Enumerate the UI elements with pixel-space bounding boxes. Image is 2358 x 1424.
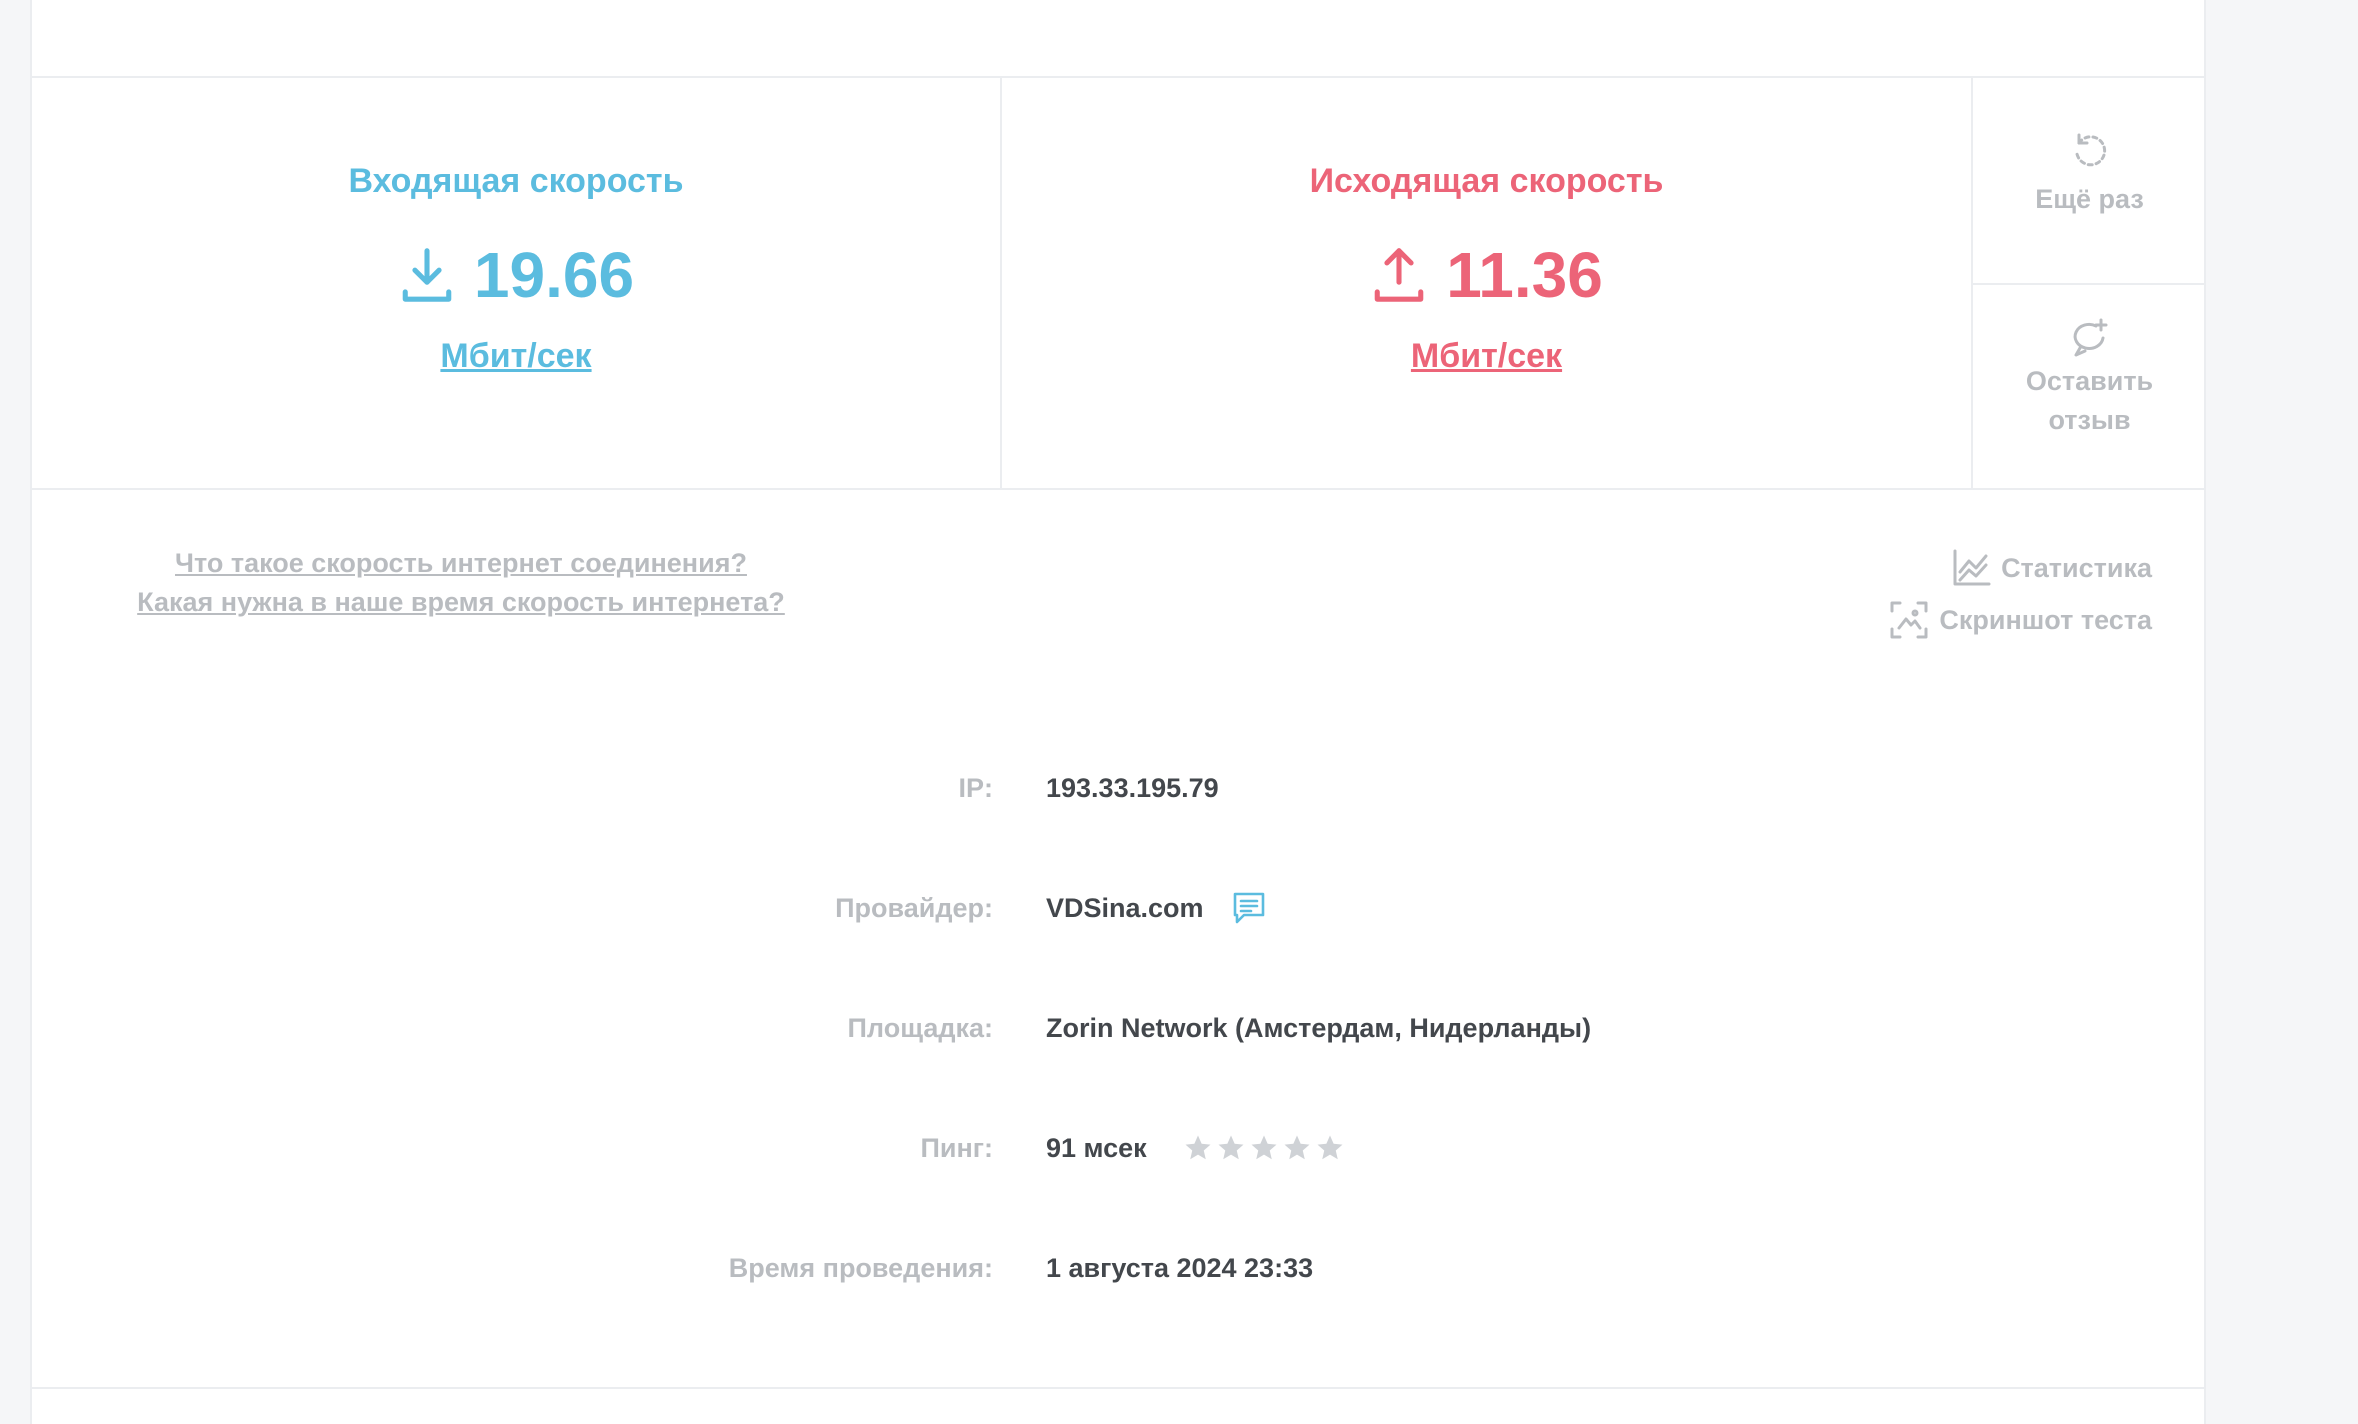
download-unit-link[interactable]: Мбит/сек	[440, 337, 591, 376]
comment-icon[interactable]	[1232, 891, 1266, 925]
upload-icon	[1374, 248, 1424, 302]
tools: Статистика Скриншот теста	[1889, 542, 2152, 646]
upload-panel: Исходящая скорость 11.36 Мбит/сек	[1002, 80, 1971, 488]
ping-label: Пинг:	[920, 1132, 993, 1163]
star-icon	[1317, 1135, 1343, 1160]
time-value: 1 августа 2024 23:33	[1046, 1252, 1314, 1283]
retry-button[interactable]: Ещё раз	[1973, 130, 2206, 215]
download-icon	[402, 248, 452, 302]
site-value: Zorin Network (Амстердам, Нидерланды)	[1046, 1012, 1592, 1043]
provider-value: VDSina.com	[1046, 892, 1204, 923]
divider	[32, 488, 2204, 490]
upload-value: 11.36	[1446, 239, 1603, 311]
provider-label: Провайдер:	[835, 892, 993, 923]
add-comment-icon	[2073, 318, 2107, 357]
star-icon	[1218, 1135, 1244, 1160]
chart-icon	[1953, 549, 1991, 586]
screenshot-label: Скриншот теста	[1939, 604, 2152, 635]
info-row-provider: Провайдер: VDSina.com	[32, 888, 2204, 928]
info-row-ping: Пинг: 91 мсек	[32, 1128, 2204, 1168]
help-link-what-is-speed[interactable]: Что такое скорость интернет соединения?	[86, 544, 836, 583]
speedtest-result-card: Входящая скорость 19.66 Мбит/сек Исходящ…	[30, 0, 2206, 1424]
divider	[32, 76, 2204, 78]
refresh-icon	[2075, 133, 2106, 167]
leave-review-label-line1: Оставить	[2025, 366, 2154, 396]
provider-value-wrap: VDSina.com	[1046, 891, 1266, 925]
screenshot-icon	[1890, 601, 1928, 639]
star-icon	[1284, 1135, 1310, 1160]
upload-unit-link[interactable]: Мбит/сек	[1411, 337, 1562, 376]
ping-value-wrap: 91 мсек	[1046, 1133, 1348, 1164]
ip-label: IP:	[958, 772, 993, 803]
help-links: Что такое скорость интернет соединения? …	[86, 544, 836, 622]
star-icon	[1251, 1135, 1277, 1160]
screenshot-button[interactable]: Скриншот теста	[1889, 594, 2152, 646]
divider	[1973, 283, 2204, 285]
upload-title: Исходящая скорость	[1309, 162, 1664, 200]
info-row-site: Площадка: Zorin Network (Амстердам, Ниде…	[32, 1008, 2204, 1048]
ping-rating-stars	[1183, 1133, 1348, 1163]
retry-label: Ещё раз	[2035, 184, 2144, 214]
download-panel: Входящая скорость 19.66 Мбит/сек	[32, 80, 1000, 488]
ip-value: 193.33.195.79	[1046, 772, 1219, 803]
info-row-ip: IP: 193.33.195.79	[32, 768, 2204, 808]
info-row-time: Время проведения: 1 августа 2024 23:33	[32, 1248, 2204, 1288]
star-icon	[1185, 1135, 1211, 1160]
leave-review-label-line2: отзыв	[2048, 405, 2131, 435]
leave-review-button[interactable]: Оставить отзыв	[1973, 318, 2206, 440]
ping-value: 91 мсек	[1046, 1132, 1147, 1163]
statistics-label: Статистика	[2001, 552, 2152, 583]
divider	[32, 1387, 2204, 1389]
statistics-button[interactable]: Статистика	[1951, 542, 2152, 594]
download-title: Входящая скорость	[348, 162, 684, 200]
site-label: Площадка:	[847, 1012, 993, 1043]
upload-speed: 11.36	[1370, 243, 1603, 307]
download-speed: 19.66	[398, 243, 634, 307]
help-link-needed-speed[interactable]: Какая нужна в наше время скорость интерн…	[86, 583, 836, 622]
download-value: 19.66	[473, 239, 635, 311]
time-label: Время проведения:	[728, 1252, 993, 1283]
